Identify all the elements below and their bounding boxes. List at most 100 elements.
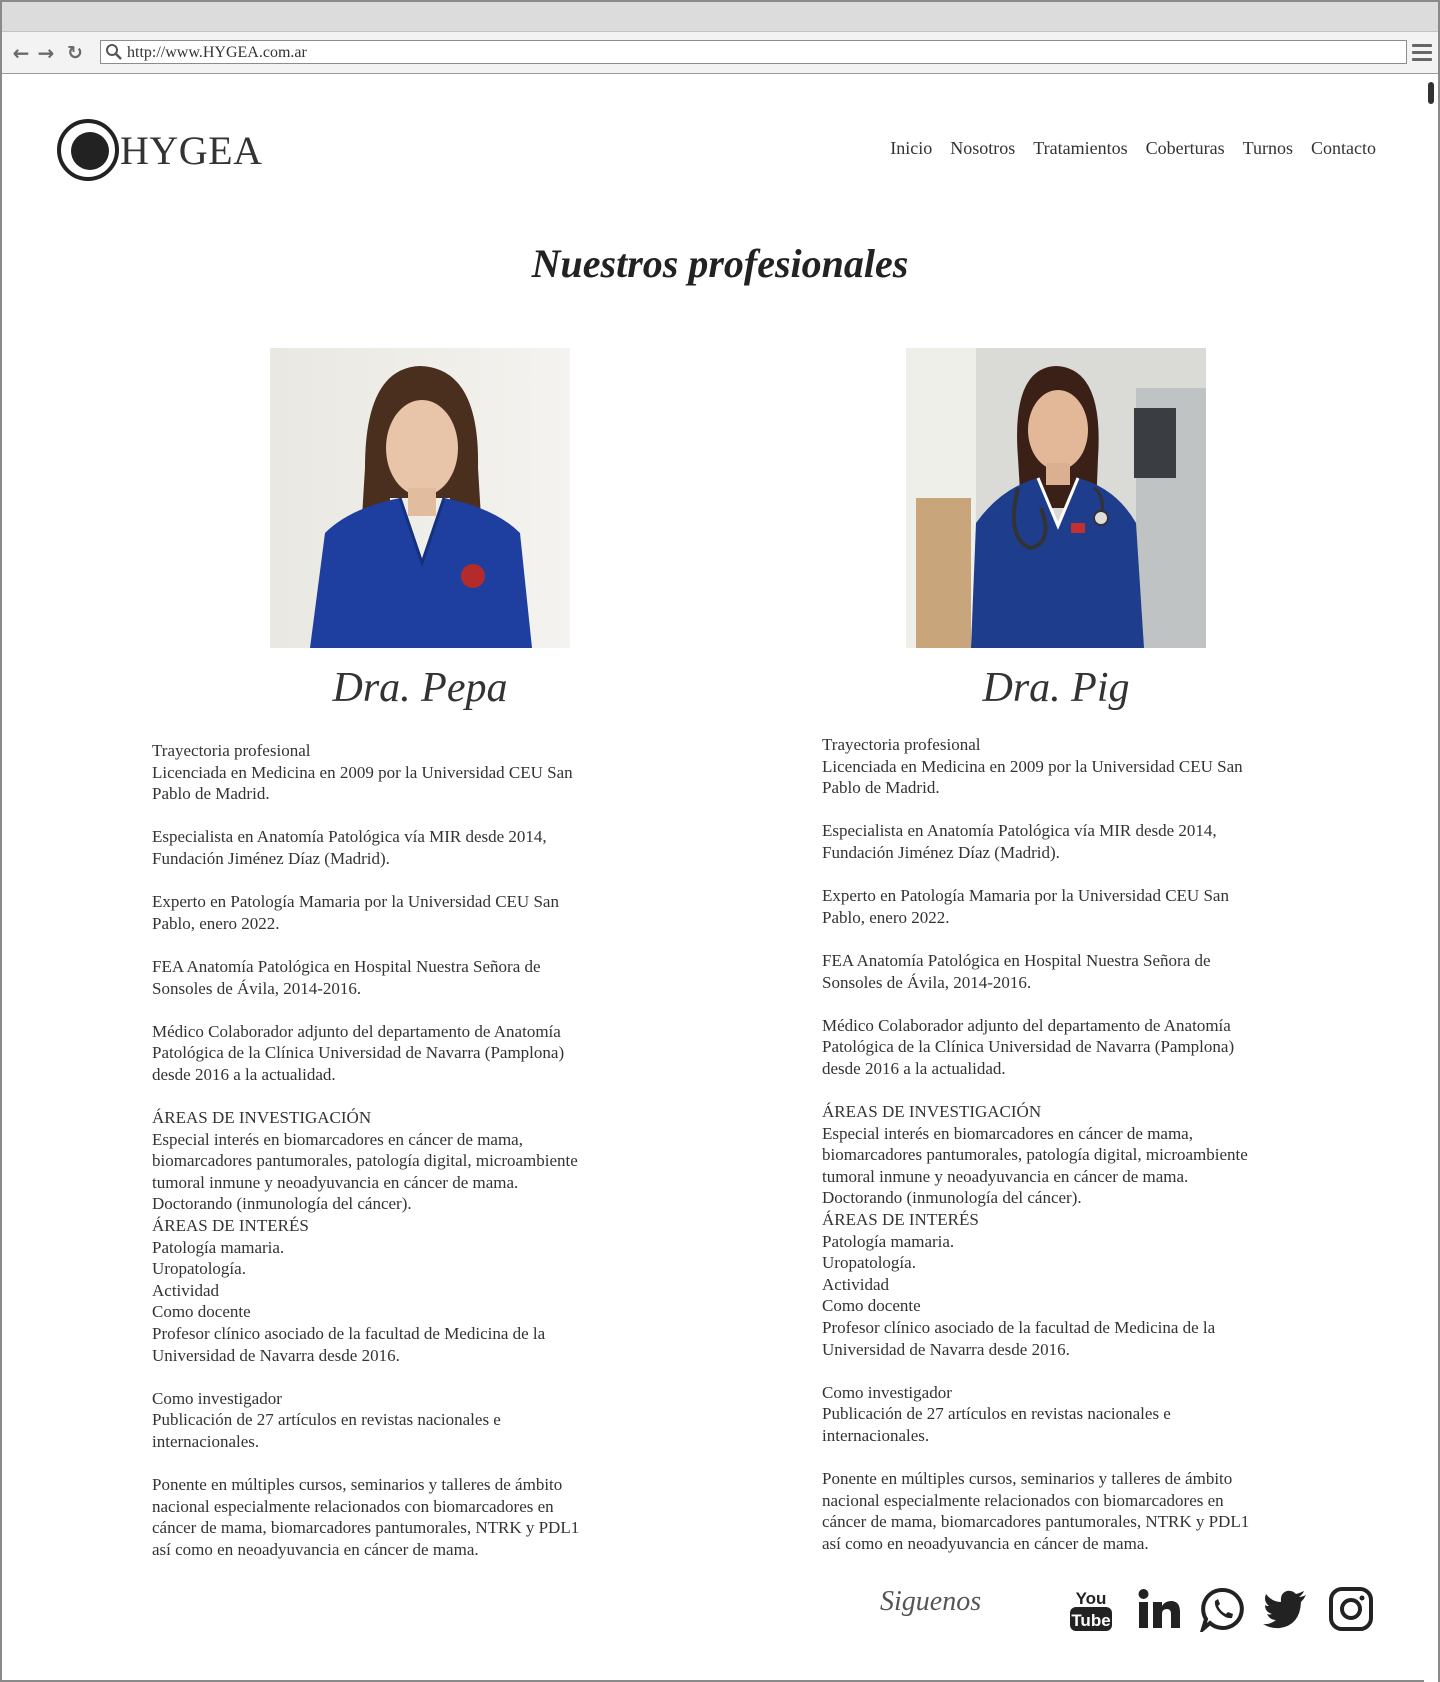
bio-line: Especial interés en biomarcadores en cán… <box>822 1123 1193 1143</box>
bio-line: Experto en Patología Mamaria por la Univ… <box>152 892 559 912</box>
nav-coberturas[interactable]: Coberturas <box>1146 138 1225 159</box>
main-nav: Inicio Nosotros Tratamientos Coberturas … <box>890 138 1376 159</box>
bio-line: Sonsoles de Ávila, 2014-2016. <box>822 972 1032 992</box>
back-arrow-icon[interactable]: ← <box>10 42 32 64</box>
brand-name: HYGEA <box>120 127 263 173</box>
nav-inicio[interactable]: Inicio <box>890 138 932 159</box>
bio-line: Patológica de la Clínica Universidad de … <box>822 1037 1235 1057</box>
bio-line: Licenciada en Medicina en 2009 por la Un… <box>152 762 573 782</box>
bio-line: Profesor clínico asociado de la facultad… <box>152 1324 546 1344</box>
bio-line: Patología mamaria. <box>822 1231 955 1251</box>
search-icon <box>106 44 122 60</box>
instagram-icon[interactable] <box>1328 1586 1374 1632</box>
bio-line: biomarcadores pantumorales, patología di… <box>822 1145 1248 1165</box>
page-title: Nuestros profesionales <box>531 241 909 286</box>
url-text: http://www.HYGEA.com.ar <box>127 44 307 61</box>
bio-spacer <box>822 993 1292 1015</box>
bio-line: FEA Anatomía Patológica en Hospital Nues… <box>152 956 541 976</box>
nav-tratamientos[interactable]: Tratamientos <box>1033 138 1127 159</box>
bio-line: FEA Anatomía Patológica en Hospital Nues… <box>822 950 1211 970</box>
bio-line: Actividad <box>822 1274 890 1294</box>
bio-line: internacionales. <box>822 1426 930 1445</box>
bio-spacer <box>152 999 622 1021</box>
bio-line: Pablo, enero 2022. <box>822 907 950 927</box>
page-viewport: HYGEA Inicio Nosotros Tratamientos Cober… <box>2 76 1438 1682</box>
bio-line: Publicación de 27 artículos en revistas … <box>152 1410 501 1430</box>
bio-spacer <box>822 799 1292 821</box>
bio-line: nacional especialmente relacionados con … <box>152 1496 554 1516</box>
hamburger-menu-icon[interactable] <box>1412 44 1432 62</box>
bio-line: Licenciada en Medicina en 2009 por la Un… <box>822 756 1243 776</box>
bio-line: así como en neoadyuvancia en cáncer de m… <box>822 1533 1149 1553</box>
profile-bio-1: Trayectoria profesional Licenciada en Med… <box>152 740 622 1561</box>
bio-spacer <box>152 805 622 827</box>
bio-line: Como docente <box>822 1296 921 1316</box>
bio-line: Ponente en múltiples cursos, seminarios … <box>822 1469 1233 1489</box>
nav-contacto[interactable]: Contacto <box>1311 138 1376 159</box>
bio-line: Especialista en Anatomía Patológica vía … <box>822 821 1217 841</box>
bio-line: ÁREAS DE INTERÉS <box>822 1210 979 1230</box>
vertical-scrollbar[interactable] <box>1424 76 1438 1682</box>
bio-line: Actividad <box>152 1280 220 1300</box>
bio-line: Pablo de Madrid. <box>822 778 940 798</box>
bio-line: Especial interés en biomarcadores en cán… <box>152 1129 523 1149</box>
bio-line: Pablo, enero 2022. <box>152 913 280 933</box>
bio-line: cáncer de mama, biomarcadores pantumoral… <box>152 1518 580 1538</box>
bio-spacer <box>152 1366 622 1388</box>
twitter-icon[interactable] <box>1262 1586 1308 1632</box>
bio-line: Profesor clínico asociado de la facultad… <box>822 1318 1216 1338</box>
bio-line: Publicación de 27 artículos en revistas … <box>822 1404 1171 1424</box>
profile-bio-2: Trayectoria profesional Licenciada en Med… <box>822 734 1292 1555</box>
bio-spacer <box>822 1360 1292 1382</box>
bio-line: Fundación Jiménez Díaz (Madrid). <box>152 848 390 868</box>
address-bar[interactable]: http://www.HYGEA.com.ar <box>100 40 1407 64</box>
bio-line: nacional especialmente relacionados con … <box>822 1490 1224 1510</box>
svg-text:Tube: Tube <box>1071 1611 1110 1630</box>
bio-line: ÁREAS DE INVESTIGACIÓN <box>152 1108 372 1128</box>
profile-name-1: Dra. Pepa <box>332 665 508 711</box>
bio-line: Como docente <box>152 1302 251 1322</box>
bio-line: Especialista en Anatomía Patológica vía … <box>152 827 547 847</box>
bio-line: Universidad de Navarra desde 2016. <box>152 1345 400 1365</box>
scrollbar-thumb[interactable] <box>1428 82 1434 104</box>
browser-toolbar: ← → ↻ http://www.HYGEA.com.ar <box>2 32 1438 74</box>
forward-arrow-icon[interactable]: → <box>35 42 57 64</box>
whatsapp-icon[interactable] <box>1199 1586 1246 1635</box>
bio-spacer <box>822 928 1292 950</box>
bio-line: ÁREAS DE INTERÉS <box>152 1216 309 1236</box>
bio-line: Ponente en múltiples cursos, seminarios … <box>152 1475 563 1495</box>
reload-icon[interactable]: ↻ <box>64 42 86 64</box>
bio-line: Uropatología. <box>152 1259 246 1279</box>
follow-us-label: Siguenos <box>880 1586 982 1617</box>
bio-line: Uropatología. <box>822 1253 916 1273</box>
bio-spacer <box>822 1447 1292 1469</box>
bio-line: Patología mamaria. <box>152 1237 285 1257</box>
bio-spacer <box>822 864 1292 886</box>
bio-line: tumoral inmune y neoadyuvancia en cáncer… <box>822 1166 1189 1186</box>
linkedin-icon[interactable] <box>1136 1586 1182 1632</box>
logo-icon <box>57 119 119 181</box>
browser-window: ← → ↻ http://www.HYGEA.com.ar HYGEA Inic… <box>0 0 1440 1682</box>
nav-nosotros[interactable]: Nosotros <box>950 138 1015 159</box>
profile-photo-2 <box>906 348 1206 648</box>
youtube-icon[interactable]: You Tube <box>1068 1586 1114 1632</box>
bio-line: Patológica de la Clínica Universidad de … <box>152 1043 565 1063</box>
bio-line: Como investigador <box>822 1382 952 1402</box>
bio-line: Trayectoria profesional <box>822 735 981 754</box>
bio-line: Médico Colaborador adjunto del departame… <box>152 1021 561 1041</box>
bio-spacer <box>152 1086 622 1108</box>
bio-line: Sonsoles de Ávila, 2014-2016. <box>152 978 362 998</box>
bio-spacer <box>152 870 622 892</box>
bio-line: internacionales. <box>152 1432 260 1451</box>
nav-turnos[interactable]: Turnos <box>1243 138 1293 159</box>
bio-spacer <box>152 1453 622 1475</box>
title-bar <box>2 2 1438 32</box>
bio-line: Pablo de Madrid. <box>152 784 270 804</box>
bio-line: así como en neoadyuvancia en cáncer de m… <box>152 1539 479 1559</box>
bio-line: desde 2016 a la actualidad. <box>822 1058 1006 1078</box>
svg-text:You: You <box>1076 1589 1107 1608</box>
bio-spacer <box>152 934 622 956</box>
bio-line: Fundación Jiménez Díaz (Madrid). <box>822 842 1060 862</box>
bio-line: ÁREAS DE INVESTIGACIÓN <box>822 1102 1042 1122</box>
site-logo[interactable]: HYGEA <box>56 118 262 182</box>
